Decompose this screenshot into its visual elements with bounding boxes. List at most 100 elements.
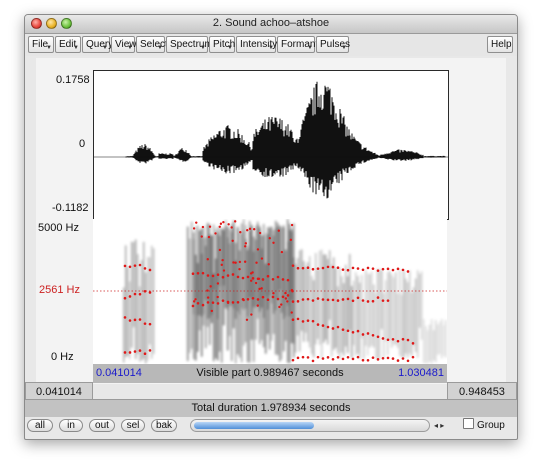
menu-file[interactable]: File ▼ <box>28 36 54 53</box>
formant-dot <box>231 273 235 276</box>
spectrogram-stripe <box>197 225 199 316</box>
zoom-back-button[interactable]: bak <box>151 419 177 432</box>
formant-dot <box>261 278 265 281</box>
dropdown-arrow-icon: ▼ <box>341 45 347 51</box>
formant-dot <box>250 313 253 316</box>
zoom-in-button[interactable]: in <box>59 419 83 432</box>
spectrogram-stripe <box>189 238 191 353</box>
sound-editor-canvas[interactable]: 0.1758 0 -0.1182 5000 Hz 2561 Hz 0 Hz 0.… <box>36 58 506 384</box>
formant-dot <box>281 295 285 299</box>
formant-dot <box>192 300 196 303</box>
spectrogram-stripe <box>423 319 425 364</box>
formant-dot <box>296 356 300 360</box>
formant-dot <box>128 295 132 298</box>
formant-dot <box>296 300 300 303</box>
spectrogram-stripe <box>429 324 431 362</box>
menu-spectrum[interactable]: Spectrum ▼ <box>166 36 213 53</box>
menu-pitch[interactable]: Pitch ▼ <box>209 36 235 53</box>
spectrogram-stripe <box>275 227 277 311</box>
formant-dot <box>206 301 210 304</box>
formant-dot <box>201 303 205 307</box>
formant-dot <box>306 356 310 359</box>
formant-dot <box>196 271 200 275</box>
zoom-selection-button[interactable]: sel <box>121 419 145 432</box>
formant-dot <box>123 264 127 268</box>
formant-dot <box>260 287 263 290</box>
menu-edit[interactable]: Edit ▼ <box>55 36 81 53</box>
formant-dot <box>381 267 385 271</box>
formant-dot <box>242 298 245 302</box>
spectrogram-stripe <box>431 319 433 364</box>
formant-dot <box>211 274 215 278</box>
formant-dot <box>221 299 225 302</box>
formant-dot <box>406 270 410 273</box>
formant-dot <box>286 278 290 282</box>
menu-spectrum-label: Spectrum <box>170 39 213 50</box>
visible-part-bar[interactable]: 0.041014 Visible part 0.989467 seconds 1… <box>93 364 447 383</box>
menu-query[interactable]: Query ▼ <box>82 36 113 53</box>
menu-formant[interactable]: Formant ▼ <box>277 36 318 53</box>
spectrogram-stripe <box>285 249 287 317</box>
spectrogram-stripe <box>305 266 307 333</box>
menu-intensity[interactable]: Intensity ▼ <box>236 36 277 53</box>
spectrogram-stripe <box>191 221 193 349</box>
help-button[interactable]: Help <box>487 36 513 53</box>
formant-dot <box>290 223 294 227</box>
formant-dot <box>301 266 305 270</box>
formant-dot <box>234 261 237 264</box>
formant-dot <box>396 267 400 271</box>
zoom-out-button[interactable]: out <box>89 419 115 432</box>
scroll-arrows-icon[interactable]: ◂ ▸ <box>434 421 444 430</box>
spectrogram-stripe <box>359 282 361 359</box>
formant-dot <box>411 342 415 345</box>
menu-select-label: Select <box>140 39 168 50</box>
spectrogram-stripe <box>357 276 359 354</box>
total-duration-bar[interactable]: Total duration 1.978934 seconds <box>25 399 517 417</box>
spectrogram-stripe <box>313 280 315 358</box>
formant-dot <box>249 279 253 282</box>
checkbox-icon[interactable] <box>463 418 474 429</box>
formant-dot <box>143 289 147 293</box>
formant-dot <box>326 325 330 329</box>
formant-dot <box>376 269 380 272</box>
scrollbar-thumb[interactable] <box>194 422 314 429</box>
zoom-all-button[interactable]: all <box>27 419 53 432</box>
spectrogram-stripe <box>329 250 331 320</box>
formant-dot <box>209 285 212 288</box>
formant-dot <box>321 324 325 327</box>
formant-dot <box>195 221 198 224</box>
formant-dot <box>257 277 261 280</box>
spectrogram-stripe <box>263 224 265 318</box>
formant-dot <box>406 338 410 342</box>
group-checkbox[interactable]: Group <box>463 418 505 431</box>
waveform-svg <box>94 81 448 199</box>
spectrogram-stripe <box>187 226 189 361</box>
horizontal-scrollbar[interactable] <box>190 419 430 432</box>
spectrogram-stripe <box>437 324 439 355</box>
spectrogram-stripe <box>297 258 299 336</box>
formant-dot <box>266 298 270 302</box>
menu-view[interactable]: View ▼ <box>111 36 137 53</box>
menu-pulses[interactable]: Pulses ▼ <box>316 36 350 53</box>
spectrogram-stripe <box>385 280 387 342</box>
spectrogram-stripe <box>265 232 267 297</box>
waveform-panel[interactable] <box>93 70 449 220</box>
formant-dot <box>346 355 350 359</box>
spectrogram-stripe <box>353 280 355 346</box>
formant-dot <box>356 267 360 270</box>
spectrogram-stripe <box>379 269 381 359</box>
formant-dot <box>206 274 210 277</box>
formant-dot <box>138 263 142 267</box>
spectrogram-stripe <box>227 237 229 311</box>
formant-dot <box>200 235 203 238</box>
menu-select[interactable]: Select ▼ <box>136 36 168 53</box>
formant-dot <box>316 267 320 270</box>
formant-dot <box>221 275 225 279</box>
spectrogram-stripe <box>399 269 401 356</box>
formant-dot <box>244 242 248 245</box>
spectrogram-stripe <box>391 274 393 348</box>
spectrogram-stripe <box>133 241 135 328</box>
spectrogram-panel[interactable] <box>93 219 447 364</box>
spectrogram-stripe <box>319 250 321 345</box>
formant-dot <box>331 327 335 330</box>
